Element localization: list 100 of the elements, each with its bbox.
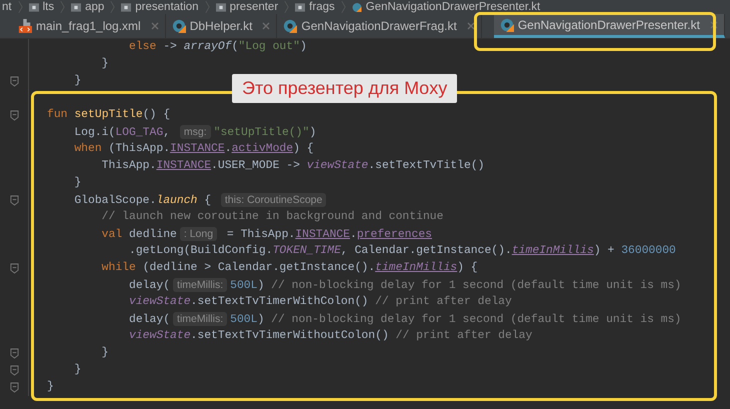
property-name: LOG_TAG bbox=[115, 127, 164, 139]
code-text: () { bbox=[142, 109, 170, 121]
code-text: } bbox=[74, 75, 82, 87]
number-literal: 36000000 bbox=[621, 245, 676, 257]
number-literal: 500L bbox=[230, 314, 258, 326]
keyword: while bbox=[102, 262, 136, 274]
code-text: } bbox=[102, 58, 109, 70]
code-text: .USER_MODE -> bbox=[211, 160, 301, 172]
code-text: } bbox=[47, 381, 54, 393]
property-name: viewState bbox=[306, 160, 368, 172]
kotlin-class-icon bbox=[172, 19, 186, 33]
code-text: (dedline > Calendar.getInstance(). bbox=[142, 262, 376, 274]
breadcrumb-item[interactable]: presentation bbox=[121, 0, 199, 14]
code-comment: // print after delay bbox=[375, 296, 512, 308]
breadcrumb-item[interactable]: nt bbox=[2, 0, 12, 14]
code-comment: // non-blocking delay for 1 second (default time unit is ms) bbox=[271, 314, 682, 326]
code-text: ) + bbox=[594, 245, 616, 257]
code-text: (ThisApp. bbox=[108, 143, 170, 155]
fold-icon[interactable] bbox=[10, 195, 18, 206]
fold-icon[interactable] bbox=[10, 348, 18, 359]
chevron-icon bbox=[18, 0, 23, 14]
file-tab[interactable]: main_frag1_log.xml bbox=[12, 14, 166, 38]
code-text: -> bbox=[162, 41, 178, 53]
function-call: arrayOf bbox=[184, 41, 232, 53]
folder-icon bbox=[121, 2, 132, 12]
fold-icon[interactable] bbox=[10, 365, 18, 376]
property-name: timeInMillis bbox=[375, 262, 458, 274]
string-literal: "setUpTitle()" bbox=[214, 127, 310, 139]
code-text: delay( bbox=[129, 314, 170, 326]
parameter-hint: this: CoroutineScope bbox=[220, 193, 326, 207]
code-text: GlobalScope. bbox=[74, 195, 156, 207]
code-text: delay( bbox=[129, 280, 170, 292]
file-tab[interactable]: GenNavigationDrawerPresenter.kt bbox=[494, 14, 725, 38]
code-comment: // launch new coroutine in background and continue bbox=[102, 211, 444, 223]
xml-file-icon bbox=[18, 19, 32, 33]
kotlin-class-icon bbox=[500, 18, 514, 32]
property-name: TOKEN_TIME bbox=[272, 245, 341, 257]
chevron-icon bbox=[340, 0, 346, 14]
code-text: ThisApp. bbox=[102, 160, 156, 172]
code-text: ) bbox=[300, 41, 307, 53]
string-literal: "Log out" bbox=[238, 41, 300, 53]
keyword: val bbox=[102, 229, 122, 241]
chevron-icon bbox=[110, 0, 116, 14]
code-text: ) bbox=[309, 127, 316, 139]
code-text: .setTextTvTitle() bbox=[368, 160, 484, 172]
file-tab[interactable]: DbHelper.kt bbox=[166, 14, 278, 38]
code-text: ) { bbox=[293, 143, 314, 155]
folder-icon bbox=[71, 2, 82, 12]
code-comment: // non-blocking delay for 1 second (default time unit is ms) bbox=[271, 280, 682, 292]
breadcrumb-item[interactable]: app bbox=[71, 0, 104, 14]
fold-icon[interactable] bbox=[10, 263, 18, 274]
code-text: dedline bbox=[128, 229, 177, 241]
property-name: timeInMillis bbox=[512, 245, 594, 257]
parameter-hint: msg: bbox=[180, 125, 211, 139]
breadcrumb-item[interactable]: GenNavigationDrawerPresenter.kt bbox=[352, 0, 540, 14]
close-icon[interactable] bbox=[466, 22, 475, 30]
code-text: ) bbox=[257, 280, 266, 292]
breadcrumb-item[interactable]: lts bbox=[28, 0, 54, 14]
function-call: launch bbox=[156, 195, 198, 207]
keyword: when bbox=[74, 143, 102, 155]
property-name: INSTANCE bbox=[156, 160, 212, 172]
breadcrumb-item[interactable]: frags bbox=[295, 0, 335, 14]
fold-icon[interactable] bbox=[10, 382, 18, 393]
code-text: Log.i( bbox=[74, 127, 116, 139]
file-tab[interactable]: GenNavigationDrawerFrag.kt bbox=[277, 14, 482, 38]
property-name: viewState bbox=[129, 296, 191, 308]
number-literal: 500L bbox=[230, 280, 258, 292]
code-text: { bbox=[203, 195, 212, 207]
chevron-icon bbox=[204, 0, 210, 14]
chevron-icon bbox=[60, 0, 66, 14]
fold-icon[interactable] bbox=[10, 76, 18, 87]
property-name: INSTANCE bbox=[170, 143, 225, 155]
close-icon[interactable] bbox=[710, 20, 718, 28]
code-text: , Calendar.getInstance(). bbox=[340, 245, 512, 257]
code-text: . bbox=[350, 229, 357, 241]
code-text: .getLong(BuildConfig. bbox=[129, 245, 273, 257]
annotation-label: Это презентер для Moxy bbox=[232, 74, 458, 103]
code-text: } bbox=[74, 177, 82, 189]
chevron-icon bbox=[284, 0, 290, 14]
property-name: preferences bbox=[356, 229, 432, 241]
property-name: INSTANCE bbox=[295, 229, 350, 241]
code-text: } bbox=[102, 347, 109, 359]
breadcrumb-item[interactable]: presenter bbox=[216, 0, 278, 14]
code-text: } bbox=[74, 364, 82, 376]
code-comment: // print after delay bbox=[396, 330, 532, 342]
parameter-hint: timeMillis: bbox=[173, 312, 228, 326]
code-text: ( bbox=[232, 41, 238, 53]
kotlin-class-icon bbox=[352, 2, 362, 12]
code-text: ) { bbox=[457, 262, 478, 274]
property-name: activMode bbox=[232, 143, 294, 155]
parameter-hint: : Long bbox=[180, 227, 218, 241]
fold-icon[interactable] bbox=[10, 110, 18, 121]
keyword: else bbox=[129, 41, 156, 53]
folder-icon bbox=[295, 2, 306, 12]
code-text: = ThisApp. bbox=[226, 229, 296, 241]
function-name: setUpTitle bbox=[73, 109, 143, 121]
code-text: .setTextTvTimerWithoutColon() bbox=[190, 330, 390, 342]
property-name: viewState bbox=[129, 330, 191, 342]
folder-icon bbox=[28, 2, 39, 12]
parameter-hint: timeMillis: bbox=[173, 278, 228, 292]
